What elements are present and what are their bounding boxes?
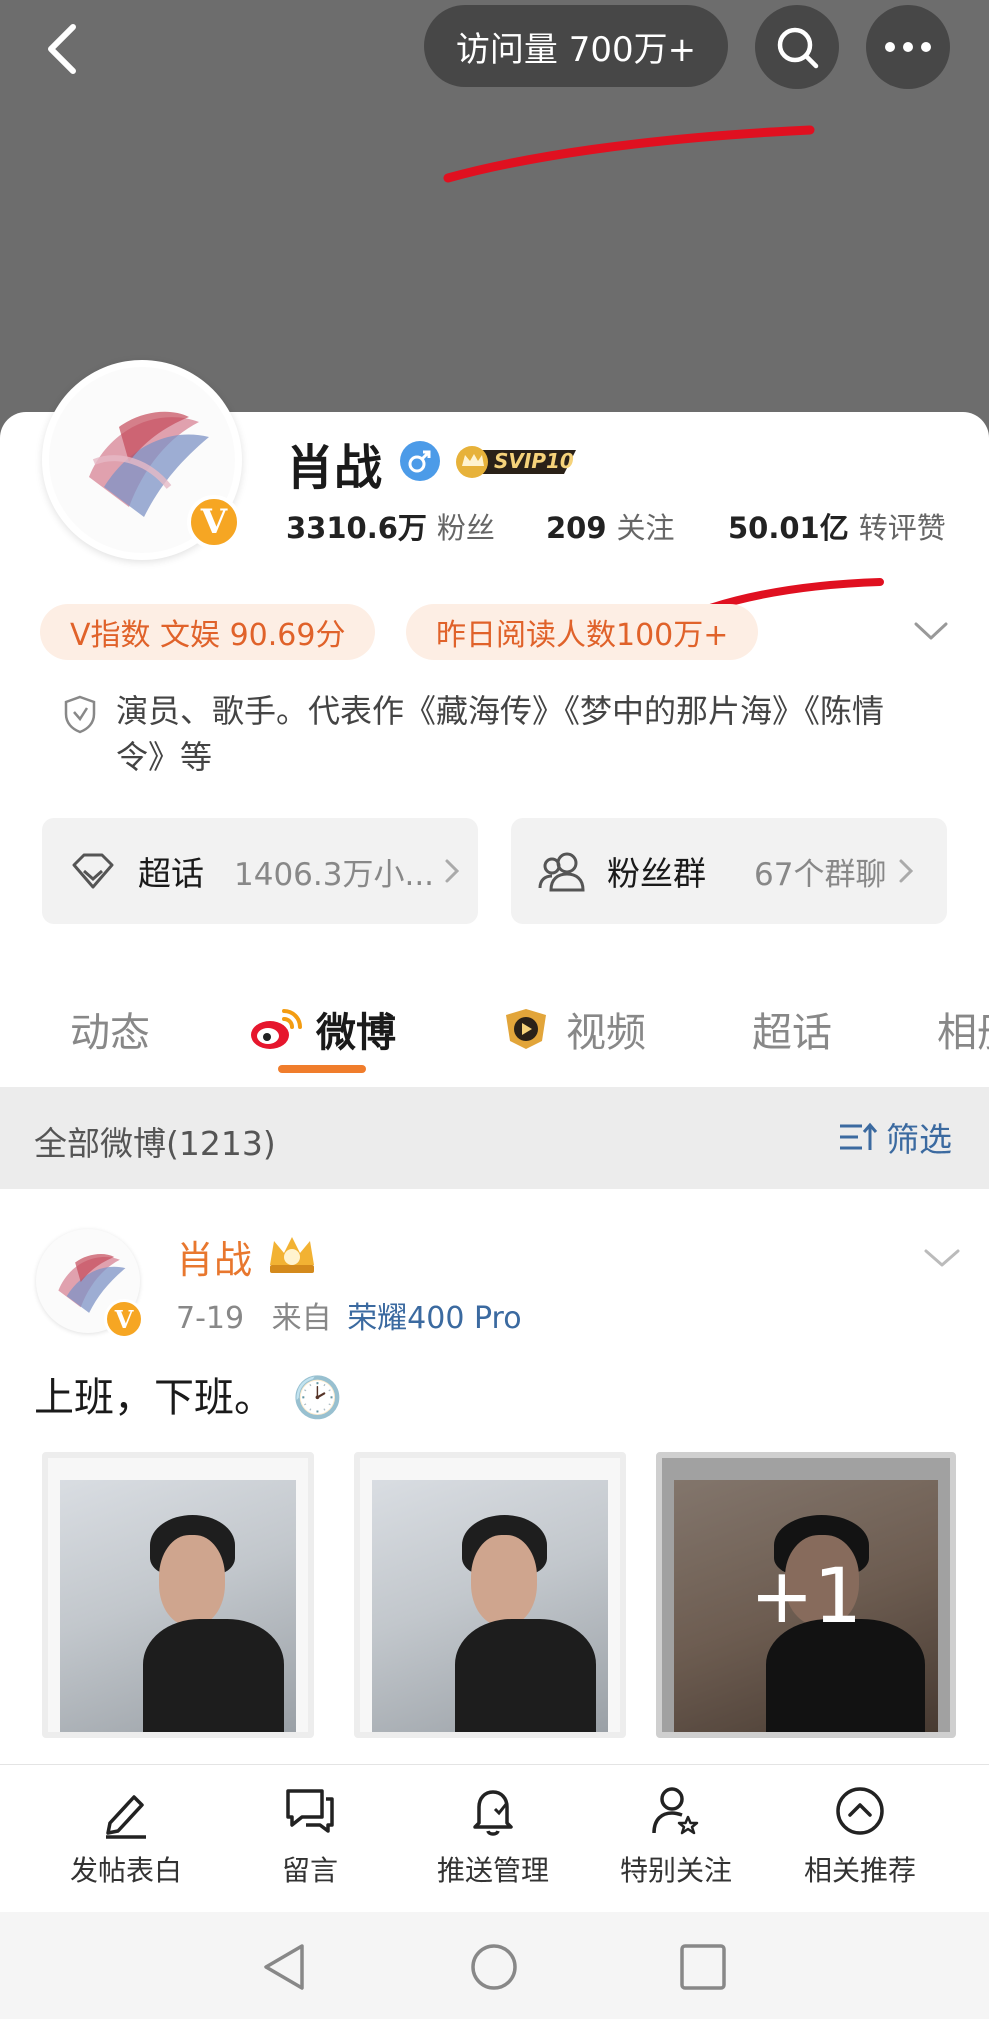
more-dots-icon xyxy=(885,42,931,52)
message-label: 留言 xyxy=(281,1854,338,1887)
tab-super-topic[interactable]: 超话 xyxy=(752,1000,832,1058)
stat-likes-num: 50.01亿 xyxy=(728,511,849,545)
weibo-count: 全部微博(1213) xyxy=(34,1124,276,1163)
verified-badge-label: V xyxy=(200,502,228,542)
message-button[interactable]: 留言 xyxy=(220,1783,400,1889)
post-verified-badge: V xyxy=(104,1299,144,1339)
tab-weibo[interactable]: 微博 xyxy=(248,1000,396,1058)
fan-group-title: 粉丝群 xyxy=(607,854,706,893)
diamond-icon xyxy=(72,853,114,889)
post-author[interactable]: 肖战 xyxy=(176,1229,252,1284)
back-arrow-icon xyxy=(48,24,76,74)
male-gender-icon xyxy=(400,441,440,481)
tab-video[interactable]: 视频 xyxy=(498,1000,646,1058)
stat-following-num: 209 xyxy=(546,511,607,545)
profile-bio: 演员、歌手。代表作《藏海传》《梦中的那片海》《陈情令》等 xyxy=(116,692,885,776)
v-index-tag[interactable]: V指数 文娱 90.69分 xyxy=(40,604,376,660)
fan-group-sub: 67个群聊 xyxy=(754,856,887,893)
visits-label: 访问量 700万+ xyxy=(455,29,697,70)
post-text-content: 上班，下班。 xyxy=(34,1375,274,1421)
bell-icon xyxy=(473,1790,513,1836)
filter-bar: 全部微博(1213) 筛选 xyxy=(0,1087,989,1189)
post-meta: 7-19 来自 荣耀400 Pro xyxy=(176,1293,522,1337)
tab-dynamics[interactable]: 动态 xyxy=(70,1000,150,1058)
related-recommend-button[interactable]: 相关推荐 xyxy=(770,1783,950,1889)
bottom-action-bar: 发帖表白 留言 推送管理 特别关注 相关推荐 xyxy=(0,1764,989,1912)
weibo-logo-icon xyxy=(251,1009,302,1049)
post-image-1[interactable] xyxy=(42,1452,314,1738)
system-home-icon[interactable] xyxy=(467,1940,521,1994)
post-image-2[interactable] xyxy=(354,1452,626,1738)
stat-likes-label: 转评赞 xyxy=(858,511,946,545)
pencil-icon xyxy=(106,1795,146,1839)
post-verified-label: V xyxy=(114,1304,134,1334)
more-images-count: +1 xyxy=(749,1550,863,1640)
tab-video-label: 视频 xyxy=(566,1010,646,1056)
fan-group-entry[interactable]: 粉丝群 67个群聊 xyxy=(511,818,947,924)
tab-dynamics-label: 动态 xyxy=(70,1010,150,1056)
more-button[interactable] xyxy=(866,5,950,89)
super-topic-entry[interactable]: 超话 1406.3万小... xyxy=(42,818,478,924)
chevron-down-icon[interactable] xyxy=(922,1243,962,1273)
post-text: 上班，下班。 🕑 xyxy=(34,1365,343,1423)
group-icon xyxy=(538,852,585,892)
svip-label: SVIP10 xyxy=(494,449,574,473)
system-back-icon[interactable] xyxy=(258,1940,312,1994)
chevron-right-icon xyxy=(899,859,914,883)
search-icon xyxy=(777,27,819,69)
filter-label: 筛选 xyxy=(886,1120,952,1159)
back-button[interactable] xyxy=(28,14,98,84)
stat-fans-num: 3310.6万 xyxy=(286,511,427,545)
tab-weibo-label: 微博 xyxy=(316,1010,396,1056)
clock-icon: 🕑 xyxy=(292,1375,343,1421)
video-badge-icon xyxy=(506,1009,546,1049)
system-nav-bar xyxy=(0,1912,989,2019)
tab-super-topic-label: 超话 xyxy=(752,1010,832,1056)
post-from-label: 来自 xyxy=(271,1301,332,1336)
system-recents-icon[interactable] xyxy=(676,1940,730,1994)
profile-tabs: 动态 微博 视频 超话 相册 xyxy=(0,960,989,1085)
stat-following[interactable]: 209 关注 xyxy=(546,505,675,547)
super-topic-title: 超话 xyxy=(138,854,204,893)
post-source[interactable]: 荣耀400 Pro xyxy=(347,1301,521,1336)
more-images-overlay: +1 xyxy=(662,1458,950,1732)
filter-icon xyxy=(840,1122,878,1150)
active-tab-indicator xyxy=(278,1065,366,1073)
reading-count-tag[interactable]: 昨日阅读人数100万+ xyxy=(406,604,759,660)
chevron-down-icon[interactable] xyxy=(912,616,950,648)
visits-count-pill: 访问量 700万+ xyxy=(424,5,728,87)
verified-badge: V xyxy=(187,495,241,549)
post-confession-label: 发帖表白 xyxy=(69,1854,182,1887)
tab-album-label: 相册 xyxy=(937,1010,989,1056)
filter-button[interactable]: 筛选 xyxy=(838,1113,952,1161)
stat-following-label: 关注 xyxy=(616,511,675,545)
crown-icon xyxy=(270,1237,314,1273)
post-confession-button[interactable]: 发帖表白 xyxy=(36,1783,216,1889)
tab-album[interactable]: 相册 xyxy=(937,1000,989,1058)
search-button[interactable] xyxy=(755,5,839,89)
push-settings-button[interactable]: 推送管理 xyxy=(403,1783,583,1889)
chevron-right-icon xyxy=(445,859,460,883)
super-topic-sub: 1406.3万小... xyxy=(234,856,435,893)
chevron-up-circle-icon xyxy=(836,1787,884,1835)
related-recommend-label: 相关推荐 xyxy=(803,1854,916,1887)
comment-icon xyxy=(286,1789,334,1833)
svip-badge[interactable]: SVIP10 xyxy=(452,444,584,480)
user-star-icon xyxy=(652,1787,699,1835)
push-settings-label: 推送管理 xyxy=(436,1854,549,1887)
special-follow-button[interactable]: 特别关注 xyxy=(586,1783,766,1889)
stat-fans[interactable]: 3310.6万 粉丝 xyxy=(286,505,495,547)
post-image-3[interactable]: +1 xyxy=(656,1452,956,1738)
special-follow-label: 特别关注 xyxy=(619,1854,732,1887)
post-date: 7-19 xyxy=(176,1301,245,1336)
stat-likes[interactable]: 50.01亿 转评赞 xyxy=(728,505,946,547)
profile-name: 肖战 xyxy=(286,440,383,496)
stat-fans-label: 粉丝 xyxy=(436,511,495,545)
shield-icon xyxy=(64,695,96,734)
